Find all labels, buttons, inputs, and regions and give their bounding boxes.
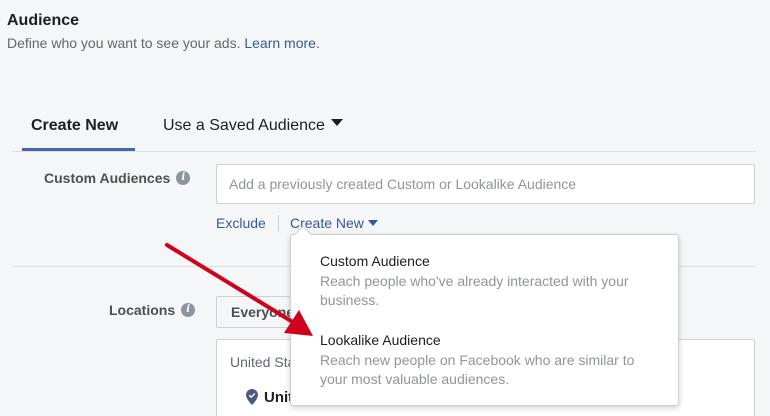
location-pin-icon bbox=[246, 389, 258, 405]
menu-item-title: Custom Audience bbox=[320, 253, 430, 269]
tab-divider bbox=[12, 151, 756, 152]
section-subtitle: Define who you want to see your ads. Lea… bbox=[7, 35, 320, 51]
subtitle-text: Define who you want to see your ads. bbox=[7, 35, 241, 51]
menu-item-lookalike-audience[interactable]: Lookalike Audience Reach new people on F… bbox=[320, 331, 660, 389]
learn-more-link[interactable]: Learn more. bbox=[244, 35, 319, 51]
custom-audiences-label: Custom Audiences i bbox=[44, 170, 191, 186]
menu-item-description: Reach new people on Facebook who are sim… bbox=[320, 352, 635, 387]
link-separator bbox=[278, 215, 279, 231]
custom-audiences-input[interactable]: Add a previously created Custom or Looka… bbox=[216, 164, 755, 204]
tab-create-new[interactable]: Create New bbox=[31, 117, 118, 135]
locations-label: Locations i bbox=[109, 302, 196, 318]
info-icon[interactable]: i bbox=[176, 171, 191, 186]
menu-item-custom-audience[interactable]: Custom Audience Reach people who've alre… bbox=[320, 252, 660, 310]
locations-label-text: Locations bbox=[109, 302, 176, 318]
caret-down-icon bbox=[330, 119, 343, 127]
caret-down-icon bbox=[367, 220, 378, 227]
section-title: Audience bbox=[7, 12, 80, 29]
menu-item-description: Reach people who've already interacted w… bbox=[320, 273, 629, 308]
custom-audiences-label-text: Custom Audiences bbox=[44, 170, 171, 186]
create-new-dropdown-menu: Custom Audience Reach people who've alre… bbox=[290, 234, 679, 406]
info-icon[interactable]: i bbox=[181, 303, 196, 318]
tab-use-saved-audience[interactable]: Use a Saved Audience bbox=[163, 117, 343, 135]
exclude-link[interactable]: Exclude bbox=[216, 215, 266, 231]
menu-item-title: Lookalike Audience bbox=[320, 332, 441, 348]
tab-use-saved-audience-label: Use a Saved Audience bbox=[163, 117, 325, 134]
